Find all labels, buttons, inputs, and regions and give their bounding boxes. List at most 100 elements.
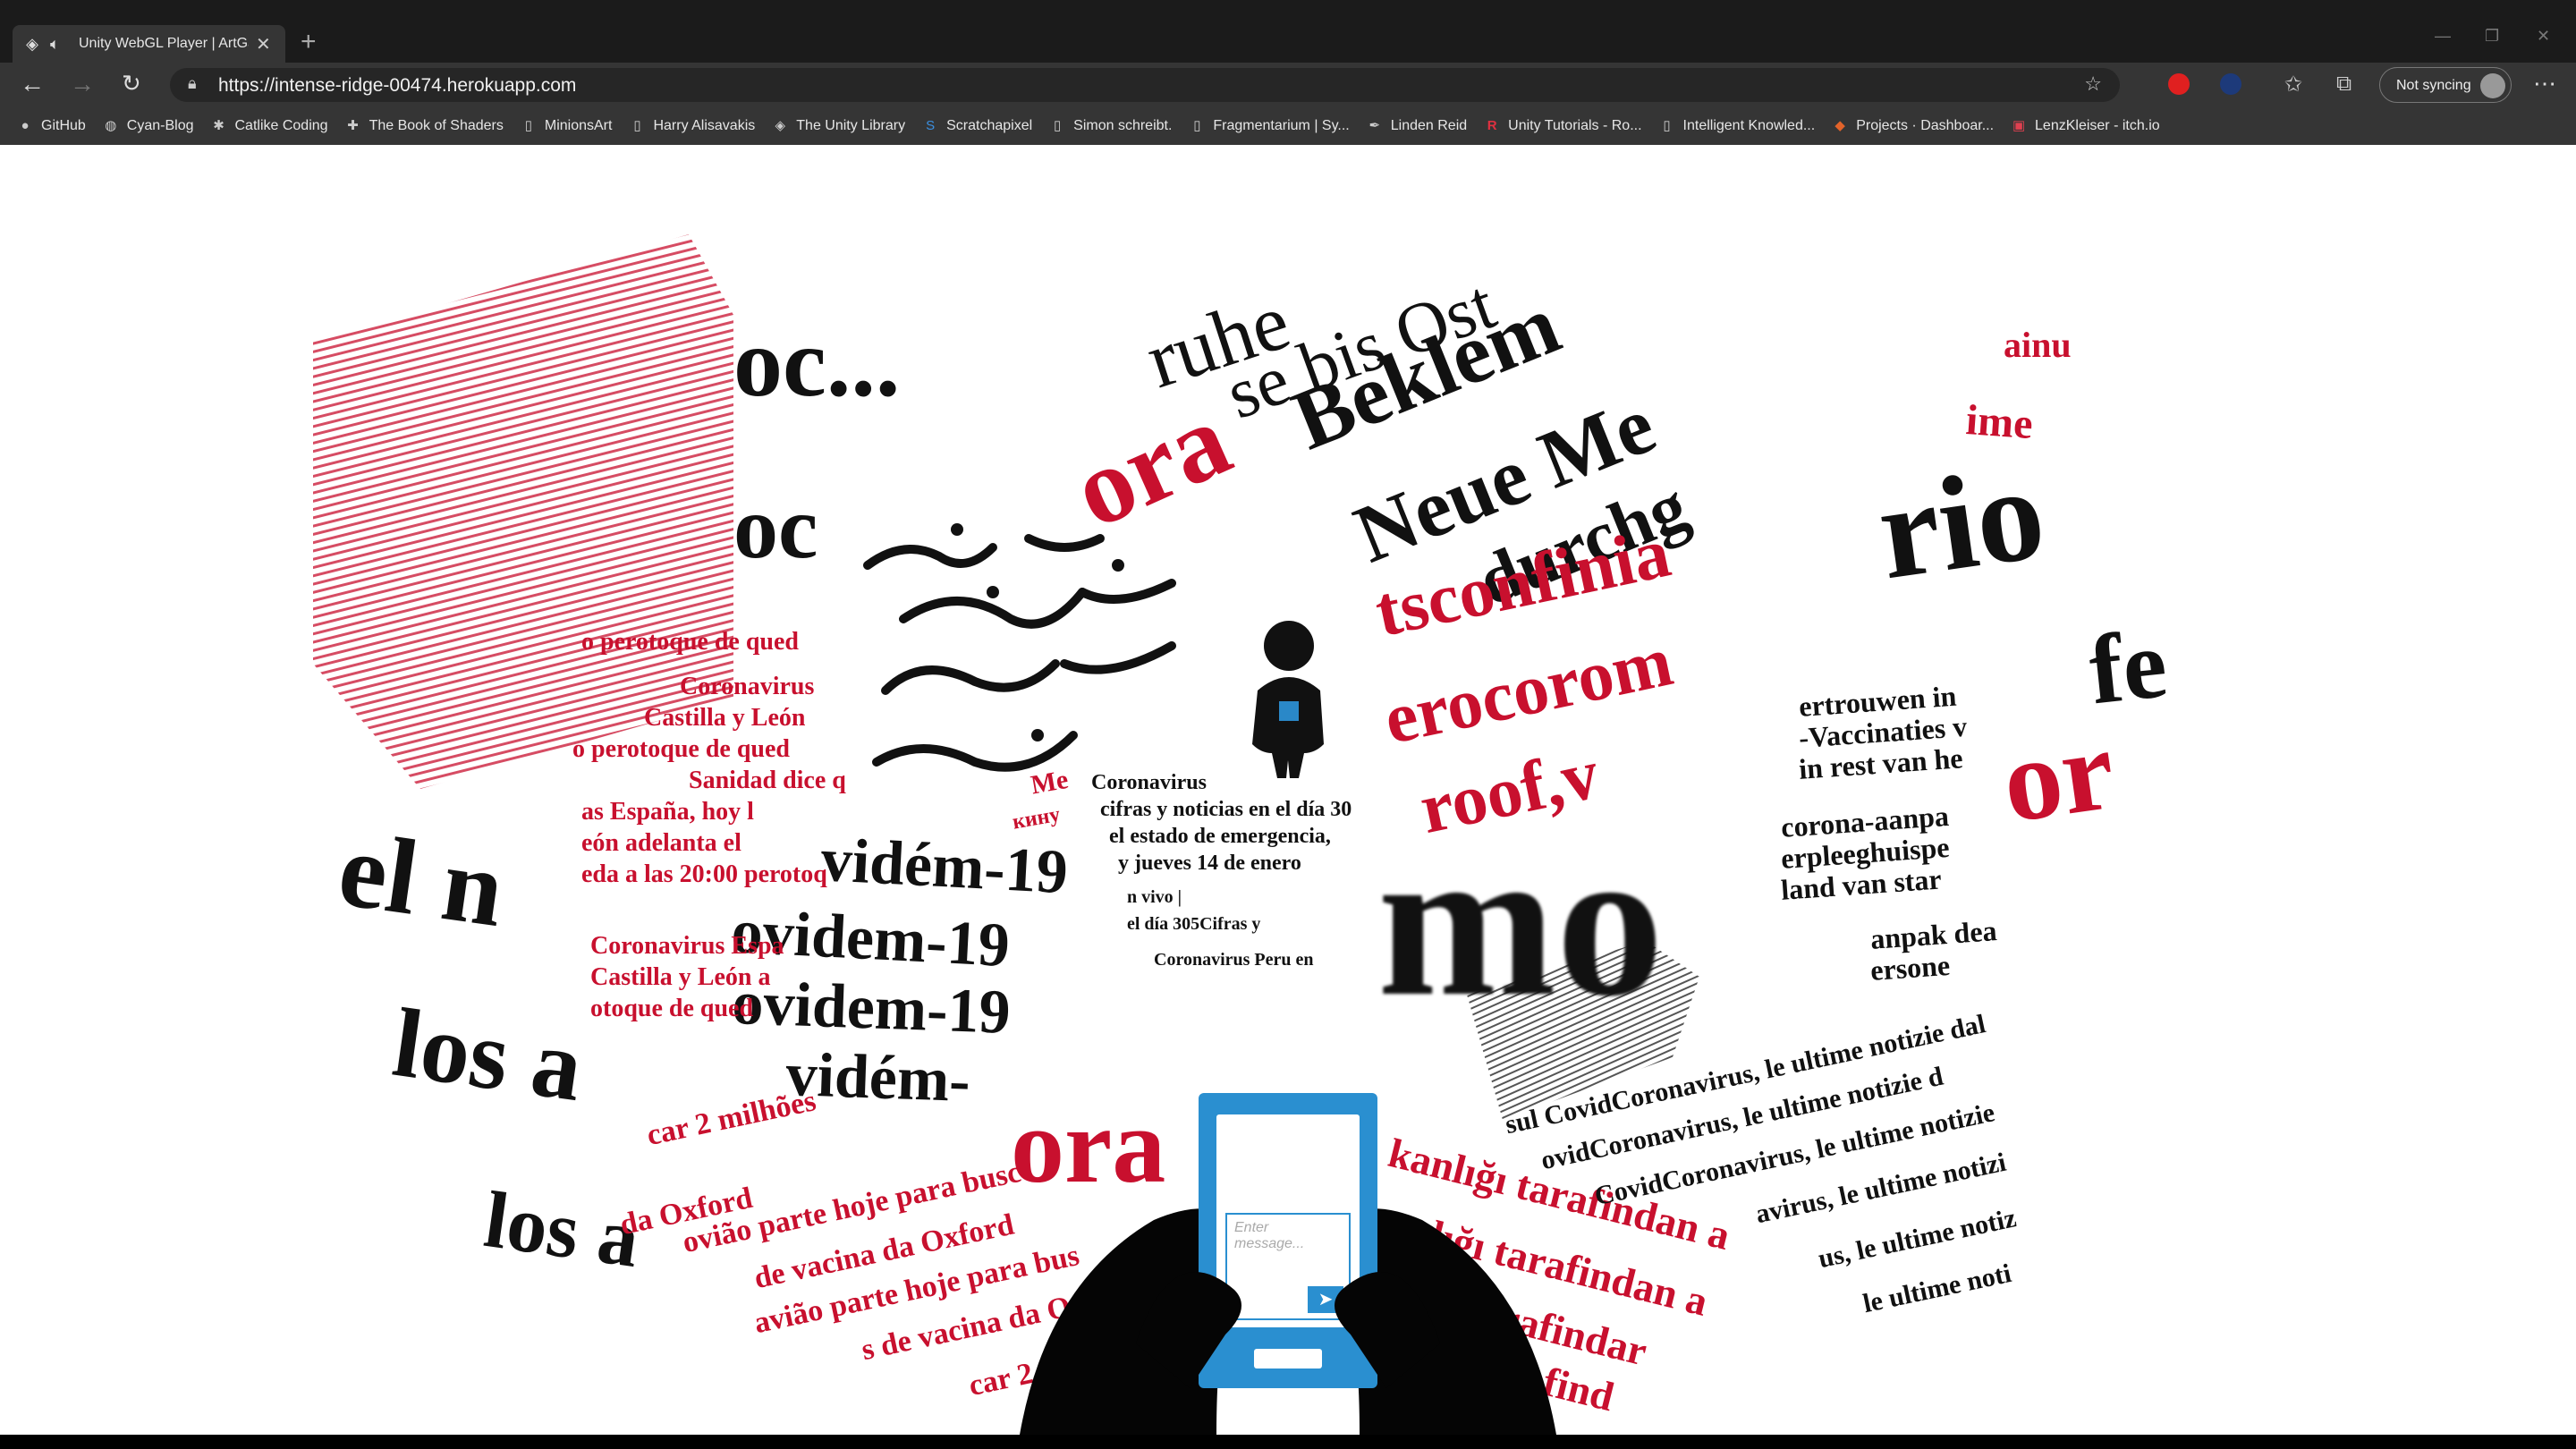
unity-icon: ◈ [775,118,786,133]
speaker-icon[interactable]: 🔈︎ [50,35,70,54]
text-fragment: Sanidad dice q [689,767,846,794]
text-fragment: el estado de emergencia, [1109,825,1331,848]
page-icon: ▯ [524,118,532,133]
bookmark-label: Cyan-Blog [126,118,194,133]
bookmark-item[interactable]: S Scratchapixel [921,117,1032,135]
itch-icon: ▣ [2012,118,2026,133]
favorites-icon[interactable]: ✩ [2284,72,2302,97]
text-fragment: car 2 milhões [644,1084,819,1153]
bookmark-label: Fragmentarium | Sy... [1213,118,1350,133]
add-favorite-icon[interactable]: ☆ [2084,72,2102,96]
text-fragment: los a [479,1174,645,1285]
bookmark-item[interactable]: ◈ The Unity Library [771,117,905,135]
sync-label: Not syncing [2396,78,2471,93]
text-fragment: Castilla y León a [590,963,771,991]
text-fragment: or [1995,704,2122,848]
text-fragment: as España, hoy l [581,798,754,826]
bookmark-item[interactable]: ▯ MinionsArt [520,117,613,135]
text-fragment: vidém-19 [818,825,1070,908]
unity-webgl-canvas[interactable]: oc... oc ruhe se bis Ost Beklem Neue Me … [0,145,2576,1435]
text-fragment: ime [1964,395,2035,449]
bookmark-item[interactable]: ▯ Harry Alisavakis [628,117,755,135]
browser-toolbar: ← → ↻ 🔒︎ https://intense-ridge-00474.her… [0,63,2576,107]
text-fragment: oc... [733,308,901,417]
page-icon: ▯ [633,118,641,133]
extension-blue-icon[interactable] [2220,73,2241,95]
bookmark-item[interactable]: ◆ Projects · Dashboar... [1831,117,1994,135]
restore-icon[interactable]: ❐ [2485,27,2499,46]
new-tab-plus-icon[interactable]: + [301,27,317,57]
bookmark-item[interactable]: ▣ LenzKleiser - itch.io [2010,117,2160,135]
address-bar[interactable]: 🔒︎ https://intense-ridge-00474.herokuapp… [170,68,2120,102]
bookmark-label: Linden Reid [1390,118,1468,133]
bookmark-item[interactable]: ✱ Catlike Coding [210,117,328,135]
text-fragment: ovidem-19 [731,968,1012,1047]
bookmark-label: MinionsArt [544,118,613,133]
text-fragment: n vivo | [1127,887,1182,907]
page-icon: ▯ [1054,118,1062,133]
bookmark-label: GitHub [41,118,86,133]
bookmark-label: Harry Alisavakis [653,118,756,133]
bookmark-label: Scratchapixel [946,118,1033,133]
text-fragment: o perotoque de qued [572,735,790,763]
text-fragment: el n [332,808,512,950]
bookmark-item[interactable]: ● GitHub [16,117,86,135]
text-fragment: Coronavirus Espa [590,932,784,960]
thumbs [1136,1272,1440,1388]
text-fragment: le ultime noti [1860,1258,2014,1319]
text-fragment: oc [733,478,818,577]
page-icon: ▯ [1663,118,1671,133]
url-text[interactable]: https://intense-ridge-00474.herokuapp.co… [218,75,576,97]
back-arrow-icon[interactable]: ← [20,70,45,98]
browser-tab[interactable]: ◈ 🔈︎ Unity WebGL Player | ArtGa ✕ [13,25,285,63]
avatar [2480,73,2505,98]
title-bar: ◈ 🔈︎ Unity WebGL Player | ArtGa ✕ + — ❐ … [0,0,2576,63]
plus-icon: ✚ [347,118,359,133]
bookmark-label: Catlike Coding [234,118,328,133]
text-fragment: y jueves 14 de enero [1118,852,1301,875]
bookmark-label: Intelligent Knowled... [1682,118,1816,133]
minimize-icon[interactable]: — [2435,27,2451,46]
screen-bottom-border [0,1435,2576,1449]
collections-icon[interactable]: ⧉ [2336,72,2351,97]
character-figure [1252,621,1324,778]
bookmark-label: The Unity Library [796,118,906,133]
bookmark-label: Unity Tutorials - Ro... [1508,118,1642,133]
text-fragment: eda a las 20:00 perotoq [581,860,827,888]
more-icon[interactable]: ⋯ [2533,70,2556,97]
page-icon: ▯ [1193,118,1201,133]
text-fragment: Castilla y León [644,704,806,732]
window-close-icon[interactable]: ✕ [2537,27,2550,46]
bookmark-item[interactable]: ◍ Cyan-Blog [102,117,194,135]
sync-button[interactable]: Not syncing [2379,67,2512,103]
text-fragment: Coronavirus [680,673,815,700]
refresh-icon[interactable]: ↻ [122,70,141,97]
text-fragment: otoque de qued [590,995,754,1022]
close-icon[interactable]: ✕ [256,33,271,55]
bookmark-label: LenzKleiser - itch.io [2035,118,2160,133]
text-fragment: rio [1869,437,2054,608]
forward-arrow-icon[interactable]: → [70,70,95,98]
bookmark-item[interactable]: ▯ Simon schreibt. [1048,117,1172,135]
bookmark-item[interactable]: ✒ Linden Reid [1366,117,1467,135]
text-fragment: eón adelanta el [581,829,741,857]
bookmark-label: The Book of Shaders [369,118,504,133]
bookmark-item[interactable]: ▯ Fragmentarium | Sy... [1188,117,1349,135]
text-fragment: Coronavirus [1091,771,1207,794]
text-fragment: cifras y noticias en el día 30 [1100,798,1352,821]
text-fragment: mo [1377,802,1664,1040]
extension-red-icon[interactable] [2168,73,2190,95]
text-fragment: el día 305Cifras y [1127,914,1261,934]
pen-icon: ✒ [1368,118,1381,133]
lock-icon[interactable]: 🔒︎ [188,74,197,93]
globe-icon: ◍ [105,118,117,133]
bookmarks-bar: ● GitHub ◍ Cyan-Blog ✱ Catlike Coding ✚ The … [0,107,2576,145]
text-fragment: Me [1029,764,1071,801]
fox-icon: ◆ [1835,118,1845,133]
bookmark-item[interactable]: R Unity Tutorials - Ro... [1483,117,1642,135]
text-fragment: o perotoque de qued [581,628,799,656]
bookmark-item[interactable]: ✚ The Book of Shaders [344,117,504,135]
bookmark-item[interactable]: ▯ Intelligent Knowled... [1658,117,1816,135]
text-fragment: ersone [1869,948,1952,987]
tab-title: Unity WebGL Player | ArtGa [79,36,249,51]
